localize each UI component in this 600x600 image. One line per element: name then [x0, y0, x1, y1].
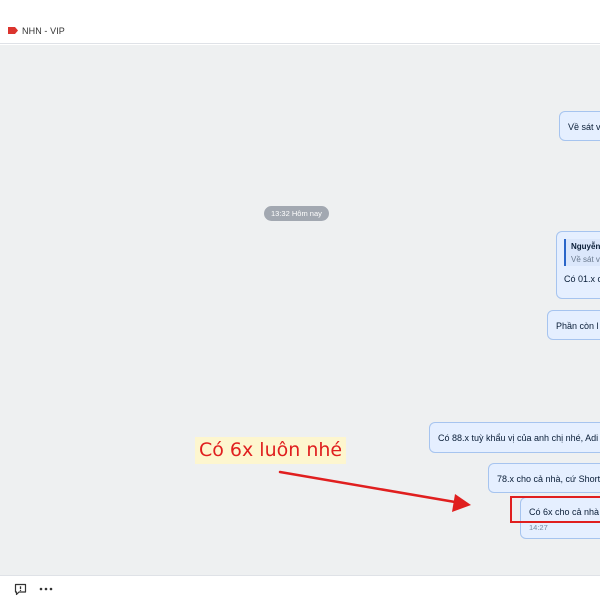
- conversation-header: NHN - VIP: [0, 0, 600, 44]
- more-icon[interactable]: [38, 581, 54, 597]
- annotation-arrow: [278, 470, 471, 512]
- conversation-label[interactable]: NHN - VIP: [22, 26, 65, 36]
- label-tag-icon: [8, 27, 18, 34]
- feedback-icon[interactable]: [12, 581, 28, 597]
- chat-area[interactable]: 13:32 Hôm nay Về sát v Nguyễn Về sát v C…: [0, 45, 600, 575]
- chat-footer-toolbar: [0, 575, 600, 600]
